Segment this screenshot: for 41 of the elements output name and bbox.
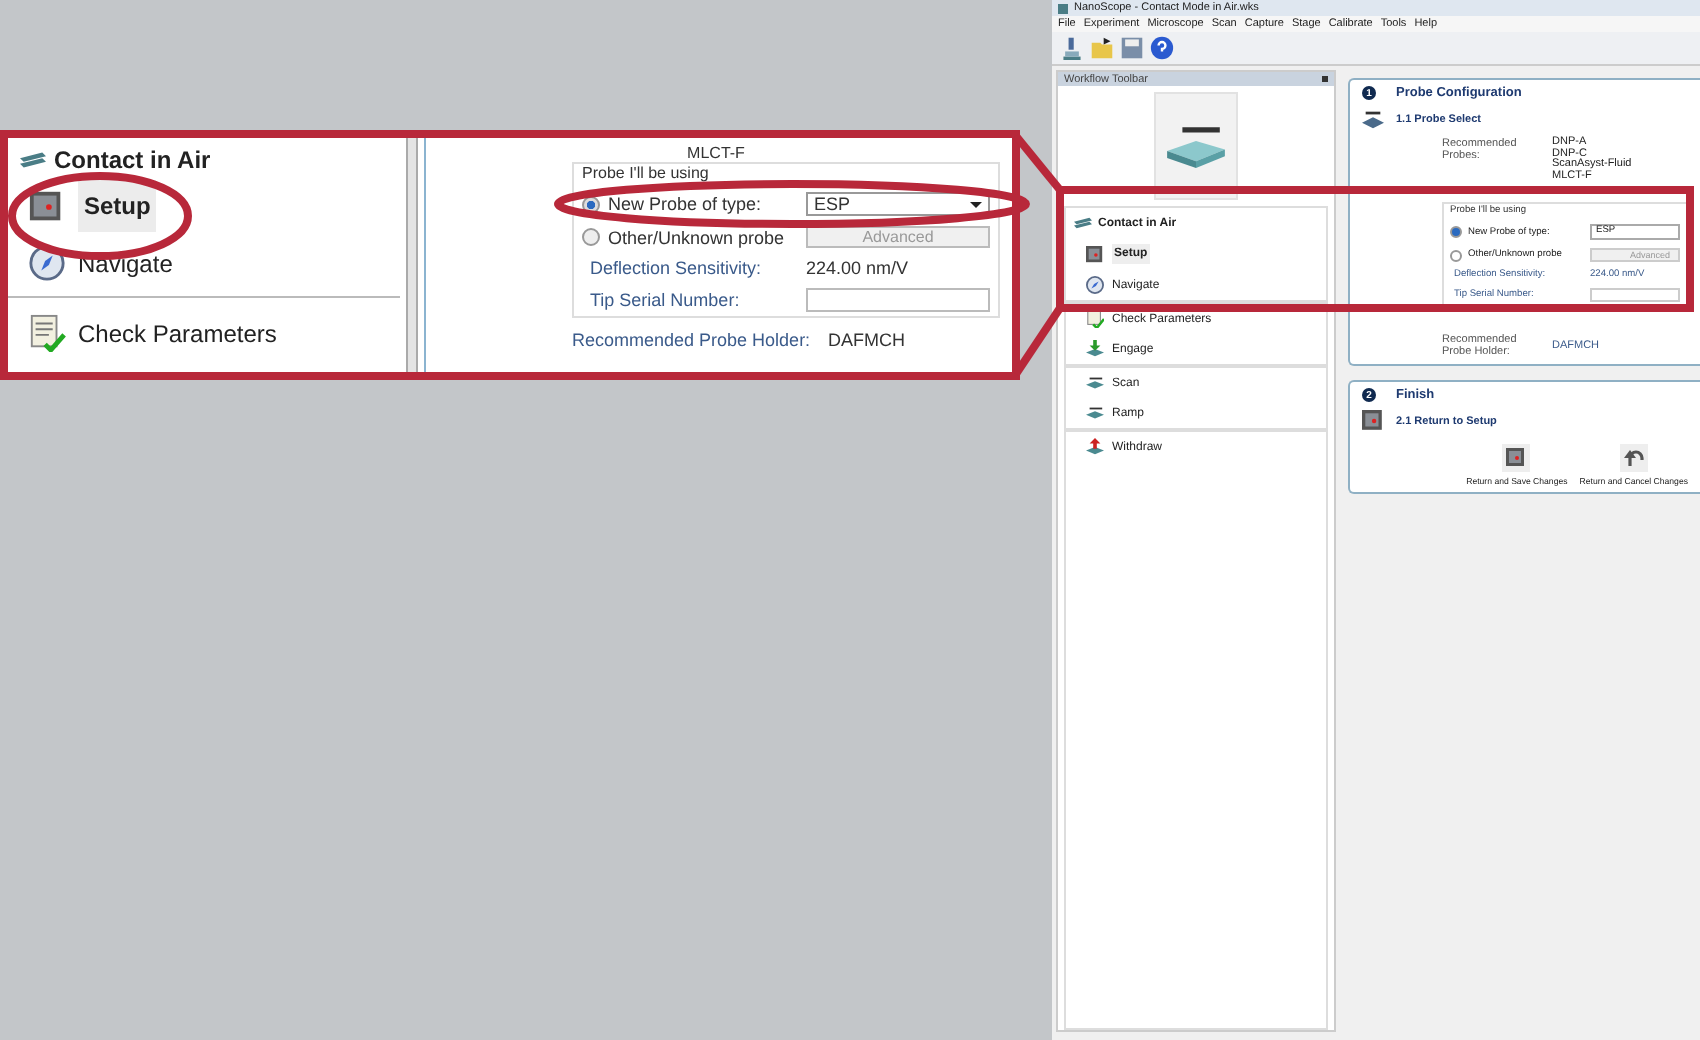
field-label: Tip Serial Number:: [588, 290, 742, 310]
folder-icon[interactable]: [1090, 36, 1114, 60]
field-label: Deflection Sensitivity:: [588, 258, 764, 278]
option-label: Other/Unknown probe: [608, 227, 787, 247]
radio-button[interactable]: [1450, 249, 1462, 261]
serial-number-field[interactable]: [1590, 288, 1680, 302]
stage-icon: [1362, 108, 1384, 130]
compass-icon: [1086, 276, 1104, 294]
stage-arrow-icon: [1086, 438, 1104, 456]
monitor-icon: [1362, 410, 1384, 432]
microscope-icon[interactable]: [1060, 36, 1084, 60]
field-label: Recommended Probe Holder:: [572, 330, 813, 350]
sidebar-item[interactable]: Navigate: [20, 238, 181, 288]
stage-icon: [20, 152, 46, 168]
stage-icon: [1074, 214, 1092, 232]
help-icon[interactable]: [1150, 36, 1174, 60]
probe-name: MLCT-F: [685, 144, 747, 162]
checklist-icon: [28, 314, 66, 352]
stage-tile[interactable]: [1154, 92, 1238, 200]
serial-number-field[interactable]: [806, 288, 990, 312]
checklist-icon: [1086, 310, 1104, 328]
radio-button[interactable]: [582, 228, 600, 246]
probe-type-dropdown[interactable]: ESP: [806, 192, 990, 216]
radio-button[interactable]: [1450, 226, 1462, 238]
option-label: New Probe of type:: [608, 194, 764, 214]
field-value: 224.00 nm/V: [806, 258, 909, 278]
monitor-icon: [1086, 245, 1104, 263]
caret-icon: [970, 201, 982, 207]
field-value: DAFMCH: [828, 330, 905, 350]
stage-arrow-icon: [1086, 340, 1104, 358]
monitor-icon: [28, 187, 66, 225]
app-icon: [1058, 3, 1068, 13]
sidebar-item[interactable]: Setup: [20, 174, 165, 238]
group-label: Probe I'll be using: [582, 164, 711, 182]
monitor-icon: [1502, 444, 1531, 472]
stage-icon: [1086, 404, 1104, 422]
compass-icon: [28, 244, 66, 282]
sidebar-item[interactable]: Check Parameters: [8, 298, 297, 368]
splitter-bar[interactable]: [400, 138, 432, 372]
group-title: Contact in Air: [54, 146, 211, 174]
stage-icon: [1086, 374, 1104, 392]
